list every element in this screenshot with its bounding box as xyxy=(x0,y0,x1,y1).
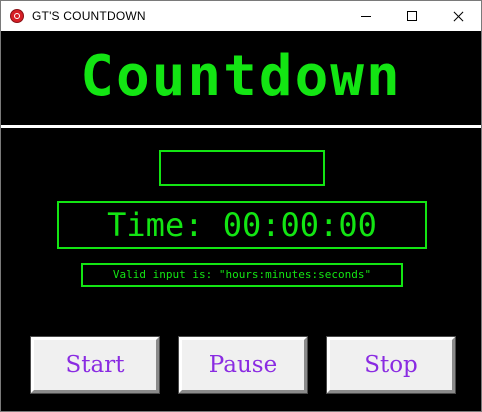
divider xyxy=(1,125,481,128)
input-hint: Valid input is: "hours:minutes:seconds" xyxy=(81,263,403,287)
record-icon xyxy=(10,9,24,23)
pause-button[interactable]: Pause xyxy=(178,336,308,394)
time-input[interactable] xyxy=(159,150,325,186)
minimize-icon[interactable] xyxy=(343,1,389,31)
window-title: GT'S COUNTDOWN xyxy=(32,9,146,23)
start-button[interactable]: Start xyxy=(30,336,160,394)
main-content: Countdown Time: 00:00:00 Valid input is:… xyxy=(1,31,481,411)
app-window: GT'S COUNTDOWN Countdown Time: 00:00:00 … xyxy=(0,0,482,412)
close-icon[interactable] xyxy=(435,1,481,31)
maximize-icon[interactable] xyxy=(389,1,435,31)
page-title: Countdown xyxy=(80,44,402,109)
title-bar[interactable]: GT'S COUNTDOWN xyxy=(1,1,481,31)
stop-button[interactable]: Stop xyxy=(326,336,456,394)
time-display: Time: 00:00:00 xyxy=(57,201,427,249)
